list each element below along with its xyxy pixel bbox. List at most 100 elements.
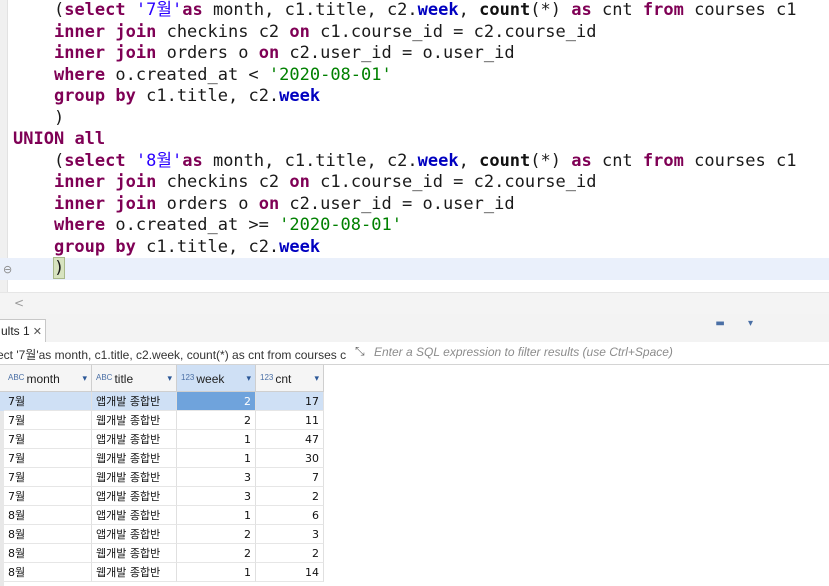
code-line: (select '7월'as month, c1.title, c2.week,…	[13, 0, 829, 22]
results-grid[interactable]: ABC month ▾ ABC title ▾ 123 week ▾ 123 cnt ▾ 7월 앱개발 …	[0, 365, 829, 586]
table-cell[interactable]: 2	[177, 525, 256, 544]
table-cell[interactable]: 1	[177, 430, 256, 449]
code-token: cnt	[591, 150, 643, 171]
table-cell[interactable]: 7월	[4, 430, 92, 449]
panel-minimize-icon[interactable]: ▬ ▾	[715, 318, 763, 329]
sort-arrow-icon[interactable]: ▾	[82, 365, 87, 391]
editor-horizontal-scrollbar[interactable]: <	[0, 292, 829, 315]
code-line: )	[13, 108, 829, 130]
table-cell[interactable]: 1	[177, 563, 256, 582]
table-cell[interactable]: 웹개발 종합반	[92, 468, 177, 487]
table-row[interactable]: 7월 웹개발 종합반 1 30	[0, 449, 324, 468]
sort-arrow-icon[interactable]: ▾	[246, 365, 251, 391]
code-token: )	[13, 107, 65, 128]
code-token: month, c1.title, c2.	[202, 0, 418, 20]
table-cell[interactable]: 8월	[4, 506, 92, 525]
table-cell[interactable]: 2	[256, 487, 324, 506]
table-row[interactable]: 8월 앱개발 종합반 2 3	[0, 525, 324, 544]
table-cell[interactable]: 8월	[4, 525, 92, 544]
table-cell[interactable]: 6	[256, 506, 324, 525]
code-token: week	[417, 150, 459, 171]
table-cell[interactable]: 앱개발 종합반	[92, 487, 177, 506]
table-cell[interactable]: 30	[256, 449, 324, 468]
table-cell[interactable]: 2	[177, 544, 256, 563]
tab-results[interactable]: ults 1 ✕	[0, 319, 46, 343]
code-token: c2.user_id = o.user_id	[279, 43, 515, 63]
table-cell[interactable]: 14	[256, 563, 324, 582]
code-token: (	[53, 0, 65, 20]
code-token: '2020-08-01'	[279, 215, 402, 235]
table-cell[interactable]: 7	[256, 468, 324, 487]
table-cell[interactable]: 웹개발 종합반	[92, 449, 177, 468]
filter-input[interactable]	[374, 344, 814, 360]
table-cell[interactable]: 7월	[4, 449, 92, 468]
table-cell[interactable]: 7월	[4, 487, 92, 506]
table-cell[interactable]: 3	[256, 525, 324, 544]
table-cell[interactable]: 47	[256, 430, 324, 449]
table-row[interactable]: 8월 웹개발 종합반 1 14	[0, 563, 324, 582]
scroll-left-icon[interactable]: <	[14, 296, 24, 310]
column-header-cnt[interactable]: 123 cnt ▾	[256, 365, 324, 391]
table-row[interactable]: 8월 앱개발 종합반 1 6	[0, 506, 324, 525]
code-token: courses c1	[683, 0, 797, 20]
fold-toggle-icon[interactable]: ⊖	[3, 263, 12, 276]
code-token: month, c1.title, c2.	[202, 150, 418, 171]
table-row[interactable]: 8월 웹개발 종합반 2 2	[0, 544, 324, 563]
table-cell[interactable]: 7월	[4, 392, 92, 411]
column-header-month[interactable]: ABC month ▾	[4, 365, 92, 391]
table-cell[interactable]: 앱개발 종합반	[92, 392, 177, 411]
code-token: by	[115, 236, 136, 257]
table-cell[interactable]: 앱개발 종합반	[92, 506, 177, 525]
table-cell[interactable]: 7월	[4, 411, 92, 430]
table-cell[interactable]: 2	[256, 544, 324, 563]
column-header-title[interactable]: ABC title ▾	[92, 365, 177, 391]
table-cell[interactable]: 3	[177, 487, 256, 506]
code-token: '2020-08-01'	[268, 64, 392, 85]
code-token: (	[53, 150, 65, 171]
code-token: join	[115, 43, 157, 63]
table-cell[interactable]: 2	[177, 392, 256, 411]
table-cell[interactable]: 웹개발 종합반	[92, 563, 177, 582]
table-cell[interactable]: 앱개발 종합반	[92, 525, 177, 544]
code-token: week	[417, 0, 459, 20]
code-token: where	[53, 64, 106, 85]
table-row[interactable]: 7월 앱개발 종합반 2 17	[0, 392, 324, 411]
code-line: (select '8월'as month, c1.title, c2.week,…	[13, 151, 829, 173]
sql-editor[interactable]: (select '7월'as month, c1.title, c2.week,…	[0, 0, 829, 292]
table-cell[interactable]: 웹개발 종합반	[92, 411, 177, 430]
code-token: o.created_at >=	[105, 215, 280, 235]
code-token: UNION	[13, 129, 65, 149]
sort-arrow-icon[interactable]: ▾	[167, 365, 172, 391]
table-cell[interactable]: 8월	[4, 563, 92, 582]
column-header-week[interactable]: 123 week ▾	[177, 365, 256, 391]
table-cell[interactable]: 1	[177, 449, 256, 468]
table-row[interactable]: 7월 웹개발 종합반 3 7	[0, 468, 324, 487]
table-cell[interactable]: 8월	[4, 544, 92, 563]
table-cell[interactable]: 2	[177, 411, 256, 430]
table-cell[interactable]: 11	[256, 411, 324, 430]
table-cell[interactable]: 앱개발 종합반	[92, 430, 177, 449]
column-header-label: month	[26, 372, 60, 386]
code-token: orders o	[156, 43, 259, 63]
table-cell[interactable]: 17	[256, 392, 324, 411]
table-row[interactable]: 7월 웹개발 종합반 2 11	[0, 411, 324, 430]
filter-bar: ect '7월'as month, c1.title, c2.week, cou…	[0, 342, 829, 365]
table-cell[interactable]: 7월	[4, 468, 92, 487]
code-token: from	[642, 150, 684, 171]
code-token: c1.title, c2.	[135, 86, 280, 106]
code-line: group by c1.title, c2.week	[13, 237, 829, 259]
close-icon[interactable]: ✕	[33, 326, 42, 338]
table-cell[interactable]: 3	[177, 468, 256, 487]
code-token: courses c1	[683, 150, 797, 171]
table-cell[interactable]: 1	[177, 506, 256, 525]
table-row[interactable]: 7월 앱개발 종합반 1 47	[0, 430, 324, 449]
expand-icon[interactable]: ⤡	[355, 344, 365, 359]
table-cell[interactable]: 웹개발 종합반	[92, 544, 177, 563]
column-type-icon: ABC	[8, 373, 25, 382]
sort-arrow-icon[interactable]: ▾	[314, 365, 319, 391]
table-row[interactable]: 7월 앱개발 종합반 3 2	[0, 487, 324, 506]
